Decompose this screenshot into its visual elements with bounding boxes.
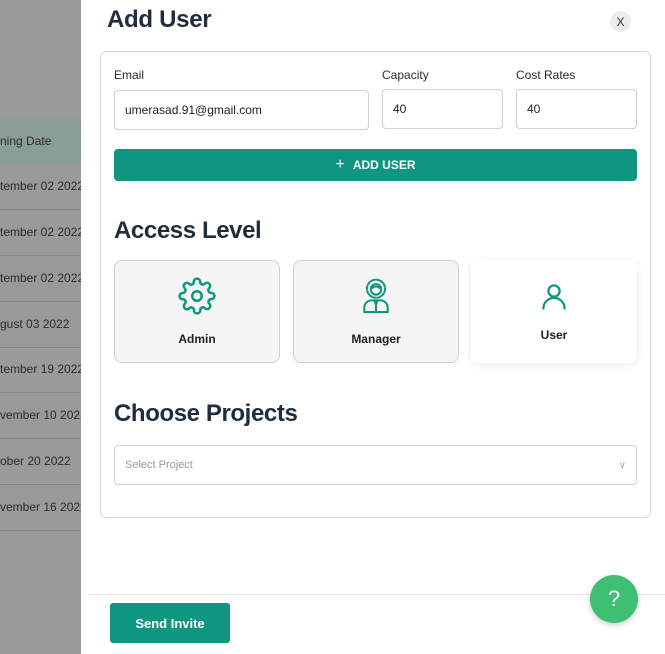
table-row: ober 20 2022 xyxy=(0,439,90,485)
table-row: gust 03 2022 xyxy=(0,302,90,348)
table-row: tember 19 2022 xyxy=(0,347,90,393)
access-level-label: Admin xyxy=(178,332,216,346)
email-field[interactable]: umerasad.91@gmail.com xyxy=(114,90,369,130)
close-button[interactable]: X xyxy=(610,11,631,32)
drawer-title: Add User xyxy=(107,6,212,33)
table-row: tember 02 2022 xyxy=(0,256,90,302)
access-level-title: Access Level xyxy=(114,217,262,244)
project-select-placeholder: Select Project xyxy=(125,459,193,471)
table-row: tember 02 2022 xyxy=(0,164,90,210)
chevron-down-icon: ∨ xyxy=(618,459,626,471)
send-invite-button[interactable]: Send Invite xyxy=(110,603,230,643)
add-user-label: ADD USER xyxy=(352,158,416,172)
cost-rates-label: Cost Rates xyxy=(516,68,576,82)
help-button[interactable]: ? xyxy=(590,575,638,623)
manager-icon xyxy=(358,277,394,320)
access-level-label: Manager xyxy=(351,332,401,346)
plus-icon: + xyxy=(335,156,345,173)
add-user-card: Email umerasad.91@gmail.com Capacity 40 … xyxy=(100,51,651,518)
add-user-drawer: Add User X Email umerasad.91@gmail.com C… xyxy=(81,0,665,654)
capacity-label: Capacity xyxy=(382,68,429,82)
user-icon xyxy=(539,281,569,316)
table-row: vember 10 2022 xyxy=(0,393,90,439)
add-user-button[interactable]: + ADD USER xyxy=(114,149,637,181)
background-table: ning Date tember 02 2022 tember 02 2022 … xyxy=(0,0,90,654)
project-select[interactable]: Select Project ∨ xyxy=(114,445,637,485)
access-level-admin[interactable]: Admin xyxy=(114,260,280,363)
footer-divider xyxy=(88,594,665,595)
choose-projects-title: Choose Projects xyxy=(114,400,298,427)
table-row: tember 02 2022 xyxy=(0,210,90,256)
capacity-field[interactable]: 40 xyxy=(382,89,503,129)
email-label: Email xyxy=(114,68,145,82)
access-level-user[interactable]: User xyxy=(471,260,637,363)
access-level-manager[interactable]: Manager xyxy=(293,260,459,363)
table-row: vember 16 2022 xyxy=(0,485,90,531)
cost-rates-field[interactable]: 40 xyxy=(516,89,637,129)
access-level-label: User xyxy=(540,328,568,342)
gear-icon xyxy=(178,277,216,320)
joining-date-header: ning Date xyxy=(0,119,90,164)
